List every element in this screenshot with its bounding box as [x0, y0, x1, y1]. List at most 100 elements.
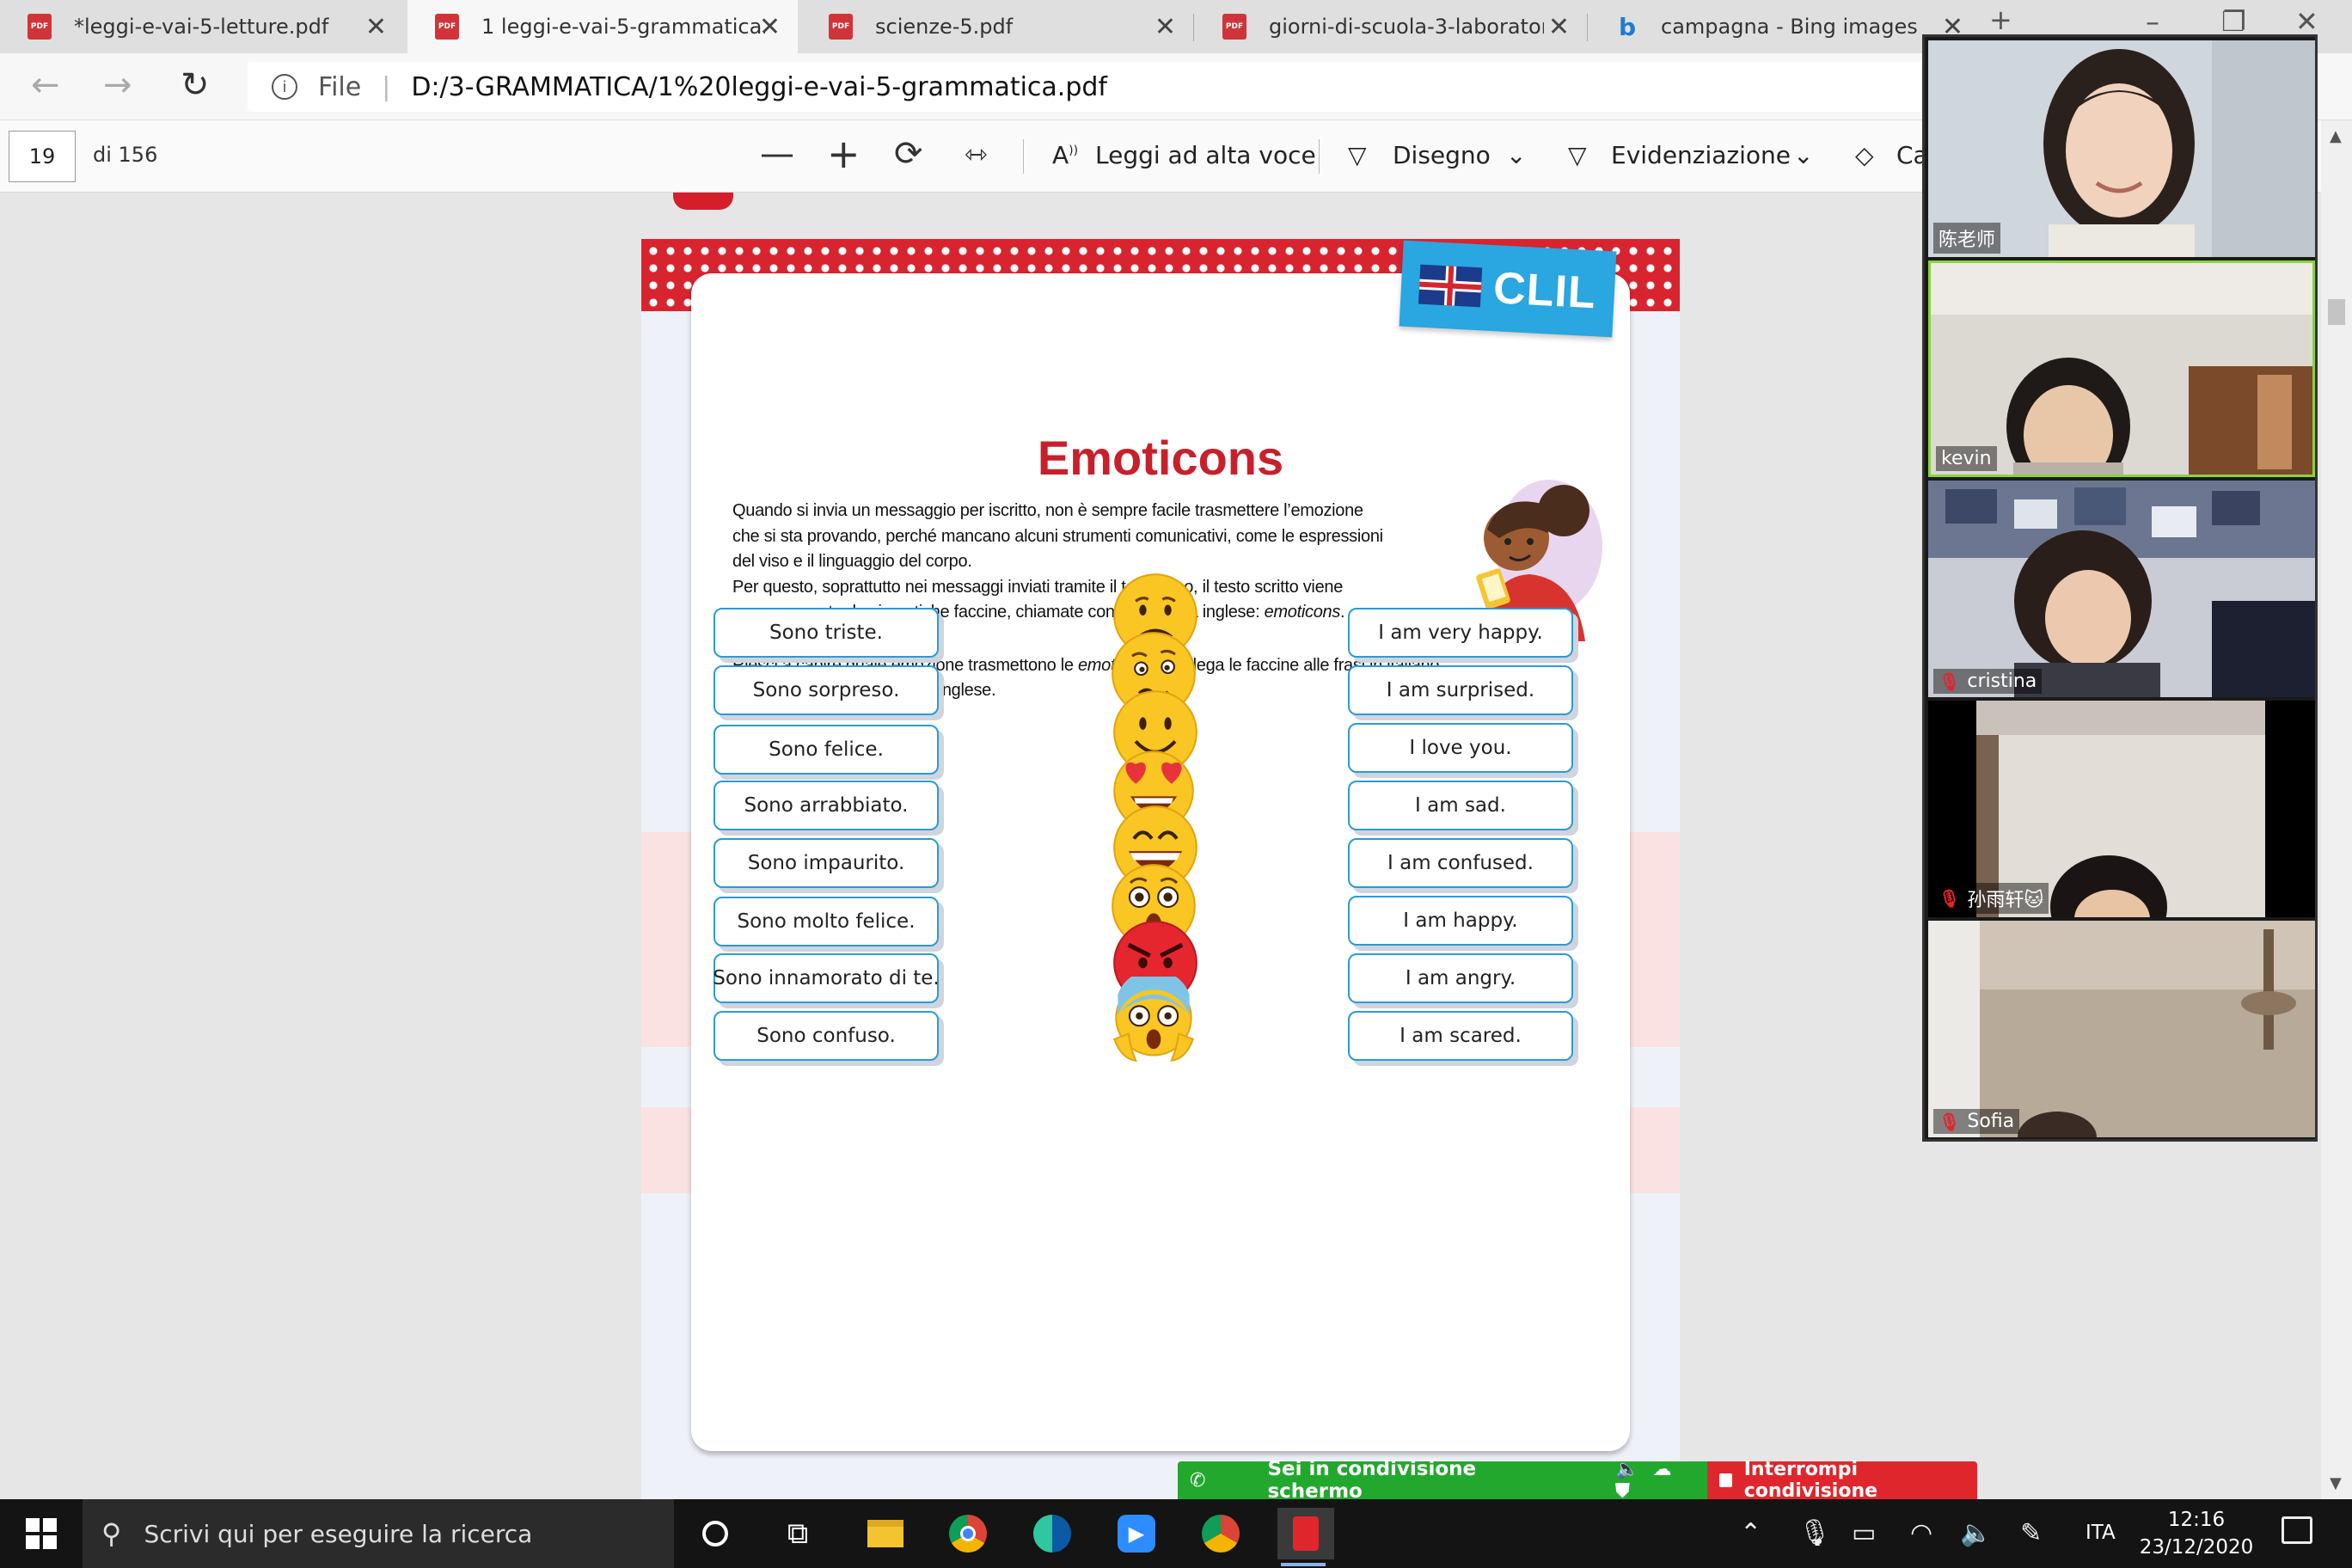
- toolbar-separator: [1319, 139, 1320, 174]
- english-phrase-box[interactable]: I love you.: [1348, 723, 1573, 773]
- toolbar-separator: [1023, 139, 1024, 174]
- tab-separator: [1587, 14, 1588, 41]
- cortana-icon[interactable]: [689, 1508, 741, 1559]
- windows-start-icon[interactable]: [26, 1518, 57, 1549]
- draw-icon[interactable]: ▽: [1348, 141, 1367, 169]
- draw-button[interactable]: Disegno: [1393, 141, 1491, 169]
- volume-icon[interactable]: 🔈: [1960, 1518, 1992, 1548]
- muted-microphone-icon: 🎙︎: [1939, 671, 1961, 692]
- english-phrase-box[interactable]: I am sad.: [1348, 781, 1573, 830]
- forward-arrow-icon[interactable]: →: [103, 65, 132, 105]
- close-icon[interactable]: ✕: [365, 12, 387, 42]
- italian-phrase-box[interactable]: Sono innamorato di te.: [713, 953, 940, 1003]
- minimize-icon[interactable]: –: [2146, 5, 2159, 38]
- chrome-profile-icon[interactable]: [1195, 1508, 1246, 1559]
- tab-grammatica[interactable]: PDF 1 leggi-e-vai-5-grammatica.pdf ✕: [407, 0, 798, 53]
- scroll-up-icon[interactable]: ▲: [2330, 127, 2342, 145]
- italian-phrase-box[interactable]: Sono impaurito.: [714, 838, 939, 888]
- edge-icon[interactable]: [1026, 1508, 1078, 1559]
- english-phrase-box[interactable]: I am angry.: [1348, 953, 1573, 1003]
- highlight-icon[interactable]: ▽: [1568, 141, 1587, 169]
- taskbar-search-box[interactable]: ⚲ Scrivi qui per eseguire la ricerca: [83, 1499, 674, 1568]
- english-phrase-box[interactable]: I am very happy.: [1348, 608, 1573, 658]
- read-aloud-label[interactable]: Leggi ad alta voce: [1095, 141, 1316, 169]
- window-close-icon[interactable]: ✕: [2295, 5, 2318, 38]
- notification-center-icon[interactable]: [2282, 1516, 2312, 1544]
- tab-label: *leggi-e-vai-5-letture.pdf: [74, 15, 329, 39]
- italian-phrase-box[interactable]: Sono triste.: [714, 608, 939, 658]
- tab-letture[interactable]: PDF *leggi-e-vai-5-letture.pdf ✕: [0, 0, 404, 53]
- participant-name: kevin: [1936, 446, 1997, 471]
- italian-phrase-box[interactable]: Sono molto felice.: [714, 897, 939, 946]
- url-text[interactable]: D:/3-GRAMMATICA/1%20leggi-e-vai-5-gramma…: [411, 72, 1107, 102]
- clock-time: 12:16: [2167, 1509, 2226, 1531]
- tab-giorni-di-scuola[interactable]: PDF giorni-di-scuola-3-laboratorio ✕: [1195, 0, 1587, 53]
- participant-video[interactable]: 陈老师: [1928, 40, 2315, 257]
- chrome-icon[interactable]: [942, 1508, 994, 1559]
- chevron-down-icon[interactable]: ⌄: [1506, 141, 1526, 169]
- close-icon[interactable]: ✕: [759, 12, 781, 42]
- page-number-input[interactable]: 19: [9, 131, 76, 182]
- zoom-icon[interactable]: ▶: [1111, 1508, 1162, 1559]
- language-indicator[interactable]: ITA: [2086, 1522, 2116, 1544]
- chevron-down-icon[interactable]: ⌄: [1793, 141, 1813, 169]
- clil-badge: CLIL: [1399, 240, 1617, 338]
- search-icon: ⚲: [101, 1517, 122, 1550]
- tab-label: scienze-5.pdf: [875, 15, 1014, 39]
- participant-video[interactable]: kevin: [1928, 260, 2315, 477]
- highlight-button[interactable]: Evidenziazione: [1611, 141, 1791, 169]
- file-explorer-icon[interactable]: [860, 1508, 911, 1559]
- new-tab-button[interactable]: +: [1989, 3, 2012, 36]
- rotate-icon[interactable]: ⟳: [894, 134, 923, 174]
- read-aloud-button[interactable]: A)): [1052, 141, 1078, 169]
- english-phrase-box[interactable]: I am scared.: [1348, 1011, 1573, 1061]
- microphone-icon[interactable]: 🎙︎: [1798, 1518, 1831, 1548]
- eraser-icon[interactable]: ◇: [1855, 141, 1874, 169]
- battery-icon[interactable]: ▭: [1852, 1518, 1876, 1548]
- tab-label: giorni-di-scuola-3-laboratorio: [1269, 15, 1544, 39]
- audio-icon[interactable]: 🔈☁⛊: [1615, 1459, 1707, 1502]
- participant-video-feed: [1928, 921, 2315, 1137]
- zoom-out-icon[interactable]: —: [760, 134, 794, 174]
- close-icon[interactable]: ✕: [1155, 12, 1176, 42]
- participant-video[interactable]: 🎙︎ cristina: [1928, 481, 2315, 697]
- chevron-up-icon[interactable]: ⌃: [1740, 1518, 1761, 1548]
- wifi-icon[interactable]: ◠: [1910, 1518, 1932, 1548]
- close-icon[interactable]: ✕: [1548, 12, 1570, 42]
- url-field[interactable]: i File | D:/3-GRAMMATICA/1%20leggi-e-vai…: [248, 62, 1932, 112]
- back-arrow-icon[interactable]: ←: [31, 65, 60, 105]
- refresh-icon[interactable]: ↻: [181, 65, 210, 105]
- english-phrase-box[interactable]: I am surprised.: [1348, 665, 1573, 715]
- tab-scienze[interactable]: PDF scienze-5.pdf ✕: [801, 0, 1193, 53]
- scroll-thumb[interactable]: [2328, 299, 2345, 325]
- pdf-icon: PDF: [28, 14, 52, 40]
- italian-phrase-box[interactable]: Sono arrabbiato.: [714, 781, 939, 830]
- fit-page-icon[interactable]: ⇿: [965, 138, 988, 170]
- zoom-sharing-bar[interactable]: ✆ Sei in condivisione schermo 🔈☁⛊: [1178, 1458, 1707, 1503]
- task-view-icon[interactable]: ⧉: [772, 1508, 824, 1559]
- zoom-video-panel[interactable]: 陈老师 kevin 🎙︎ cristina 🎙︎ 孙雨轩🐱 🎙︎ Sofia: [1922, 34, 2318, 1142]
- vertical-scrollbar[interactable]: ▲ ▼: [2321, 120, 2352, 1499]
- intro-paragraph: Quando si invia un messaggio per iscritt…: [732, 499, 1455, 626]
- search-placeholder: Scrivi qui per eseguire la ricerca: [144, 1519, 533, 1548]
- info-icon[interactable]: i: [272, 74, 297, 100]
- italian-phrase-box[interactable]: Sono confuso.: [714, 1011, 939, 1061]
- english-phrase-box[interactable]: I am confused.: [1348, 838, 1573, 888]
- participant-video[interactable]: 🎙︎ 孙雨轩🐱: [1928, 701, 2315, 917]
- scared-face-icon[interactable]: [1109, 977, 1198, 1066]
- previous-page-edge: [673, 193, 733, 210]
- zoom-in-icon[interactable]: +: [827, 131, 861, 177]
- english-phrase-box[interactable]: I am happy.: [1348, 896, 1573, 946]
- pdf-icon: PDF: [1222, 14, 1246, 40]
- participant-video[interactable]: 🎙︎ Sofia: [1928, 921, 2315, 1137]
- sharing-status-label: Sei in condivisione schermo: [1267, 1458, 1477, 1503]
- system-clock[interactable]: 12:16 23/12/2020: [2132, 1506, 2261, 1561]
- italian-phrase-box[interactable]: Sono felice.: [714, 725, 939, 775]
- pen-icon[interactable]: ✎: [2020, 1518, 2042, 1548]
- zoom-share-icon[interactable]: [1277, 1508, 1334, 1566]
- stop-share-button[interactable]: Interrompi condivisione: [1707, 1459, 1977, 1502]
- italian-phrase-box[interactable]: Sono sorpreso.: [714, 665, 939, 715]
- page-total-label: di 156: [93, 143, 158, 167]
- restore-icon[interactable]: ❐: [2221, 5, 2246, 38]
- scroll-down-icon[interactable]: ▼: [2330, 1474, 2342, 1492]
